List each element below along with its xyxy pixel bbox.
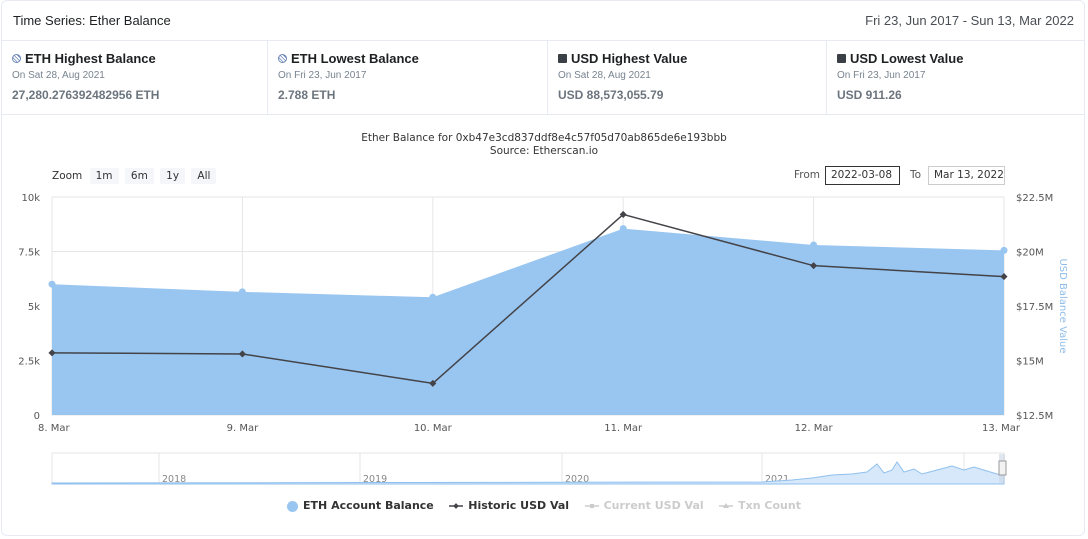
stat-label: ETH Lowest Balance (291, 51, 419, 66)
legend-line-icon (719, 503, 734, 508)
x-axis-labels: 8. Mar 9. Mar 10. Mar 11. Mar 12. Mar 13. Mar (38, 423, 1021, 434)
card-header: Time Series: Ether Balance Fri 23, Jun 2… (2, 1, 1084, 41)
zoom-1y-button[interactable]: 1y (160, 168, 186, 184)
stat-eth-highest: ETH Highest Balance On Sat 28, Aug 2021 … (2, 40, 267, 114)
legend-txn-count[interactable]: Txn Count (719, 499, 801, 512)
legend-current-usd[interactable]: Current USD Val (584, 499, 704, 512)
zoom-label: Zoom (52, 170, 83, 182)
eth-icon (278, 54, 287, 63)
zoom-1m-button[interactable]: 1m (89, 168, 119, 184)
eth-icon (12, 54, 21, 63)
legend-circle-icon (287, 500, 299, 512)
navigator[interactable]: 20182019202020212022 (51, 452, 1007, 485)
legend-line-icon (584, 504, 599, 508)
x-axis-tick-label: 11. Mar (604, 423, 643, 434)
x-axis-tick-label: 8. Mar (38, 423, 70, 434)
stat-label: USD Lowest Value (850, 51, 964, 66)
stat-date: On Fri 23, Jun 2017 (278, 70, 367, 81)
legend-eth-balance[interactable]: ETH Account Balance (287, 499, 434, 512)
right-axis-tick-label: $15M (1016, 357, 1044, 368)
eth-balance-point (810, 241, 818, 249)
stat-value: 2.788 ETH (278, 88, 336, 102)
left-axis-labels: 0 2.5k 5k 7.5k 10k (18, 193, 40, 422)
zoom-all-button[interactable]: All (191, 168, 217, 184)
eth-balance-point (1000, 246, 1008, 254)
legend-historic-usd[interactable]: Historic USD Val (449, 499, 569, 512)
zoom-6m-button[interactable]: 6m (124, 168, 154, 184)
chart-svg: 0 2.5k 5k 7.5k 10k $12.5M $15M $17.5M $20M $22.5… (18, 193, 1068, 485)
left-axis-tick-label: 0 (34, 411, 40, 422)
stat-eth-lowest: ETH Lowest Balance On Fri 23, Jun 2017 2… (267, 40, 547, 114)
legend-line-icon (449, 503, 464, 509)
from-label: From (794, 169, 821, 181)
right-axis-labels: $12.5M $15M $17.5M $20M $22.5M (1016, 193, 1053, 422)
from-date-input[interactable]: 2022-03-08 (825, 166, 900, 185)
right-axis-tick-label: $12.5M (1016, 411, 1053, 422)
eth-balance-point (48, 280, 56, 288)
card-title: Time Series: Ether Balance (13, 13, 171, 28)
eth-balance-point (238, 288, 246, 296)
stat-usd-lowest: USD Lowest Value On Fri 23, Jun 2017 USD… (826, 40, 1086, 114)
stat-label: USD Highest Value (571, 51, 688, 66)
usd-square-icon (558, 54, 567, 63)
right-axis-tick-label: $17.5M (1016, 302, 1053, 313)
eth-balance-point (619, 225, 627, 233)
x-axis-tick-label: 12. Mar (795, 423, 834, 434)
stat-date: On Sat 28, Aug 2021 (558, 70, 651, 81)
right-axis-title: USD Balance Value (1057, 258, 1068, 353)
navigator-handle (998, 460, 1007, 476)
stat-value: USD 88,573,055.79 (558, 88, 664, 102)
stat-date: On Sat 28, Aug 2021 (12, 70, 105, 81)
stats-row: ETH Highest Balance On Sat 28, Aug 2021 … (2, 40, 1084, 115)
to-label: To (910, 169, 922, 181)
left-axis-tick-label: 5k (28, 302, 40, 313)
left-axis-tick-label: 10k (21, 193, 40, 204)
zoom-controls: Zoom 1m 6m 1y All (52, 168, 219, 184)
chart-subtitle: Source: Etherscan.io (489, 145, 599, 157)
x-axis-tick-label: 10. Mar (414, 423, 453, 434)
date-range: Fri 23, Jun 2017 - Sun 13, Mar 2022 (865, 13, 1074, 28)
x-axis-tick-label: 13. Mar (982, 423, 1021, 434)
left-axis-tick-label: 2.5k (18, 357, 40, 368)
eth-balance-area (52, 228, 1004, 415)
usd-square-icon (837, 54, 846, 63)
eth-balance-point (429, 293, 437, 301)
stat-value: USD 911.26 (837, 88, 902, 102)
stat-usd-highest: USD Highest Value On Sat 28, Aug 2021 US… (547, 40, 826, 114)
stat-value: 27,280.276392482956 ETH (12, 88, 160, 102)
right-axis-tick-label: $22.5M (1016, 193, 1053, 204)
to-date-input[interactable]: Mar 13, 2022 (928, 166, 1005, 185)
chart-card: Time Series: Ether Balance Fri 23, Jun 2… (1, 0, 1085, 536)
x-axis-tick-label: 9. Mar (227, 423, 259, 434)
right-axis-tick-label: $20M (1016, 248, 1044, 259)
chart-title: Ether Balance for 0xb47e3cd837ddf8e4c57f… (361, 132, 727, 144)
stat-label: ETH Highest Balance (25, 51, 156, 66)
left-axis-tick-label: 7.5k (18, 248, 40, 259)
stat-date: On Fri 23, Jun 2017 (837, 70, 926, 81)
legend: ETH Account Balance Historic USD Val Cur… (2, 499, 1086, 512)
